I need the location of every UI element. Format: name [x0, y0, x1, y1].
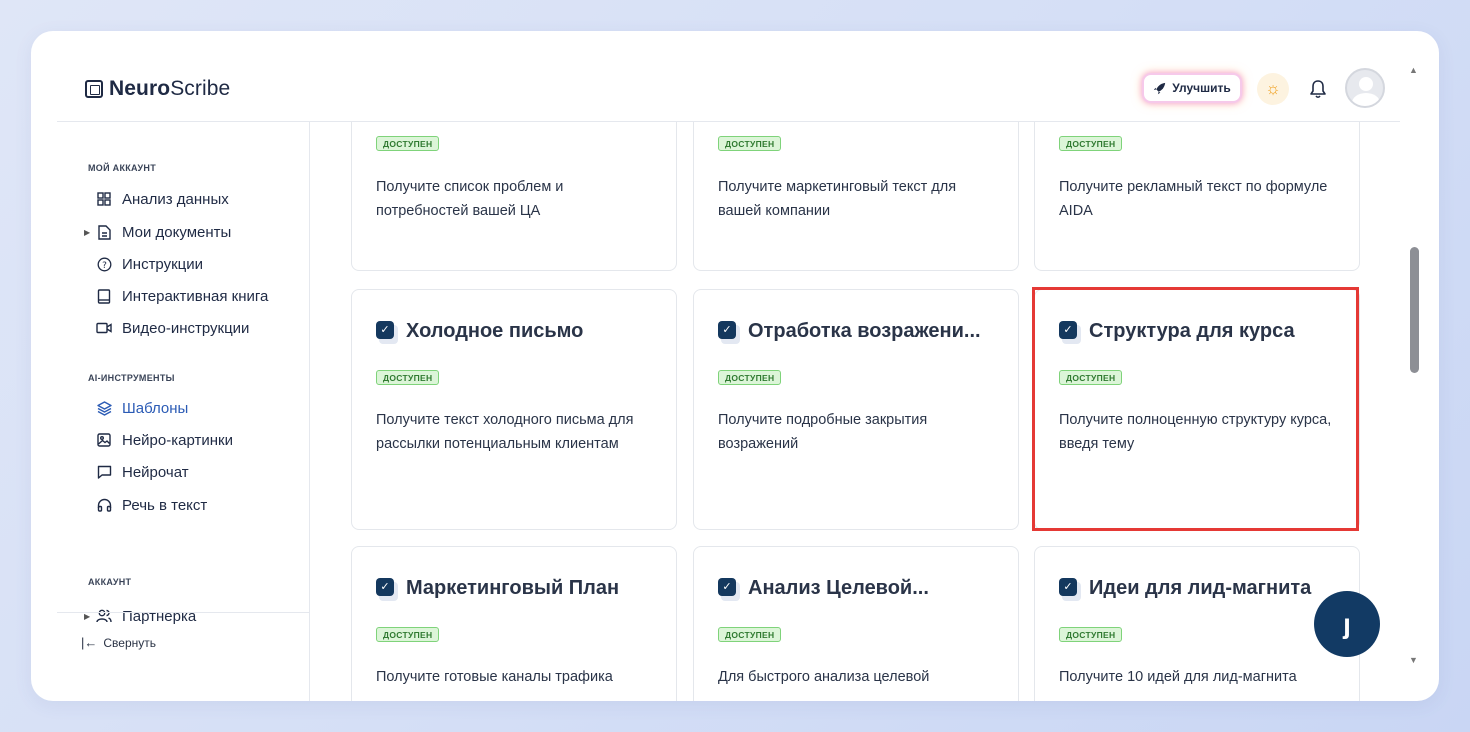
card-description: Получите текст холодного письма для расс…: [376, 412, 634, 452]
status-badge: ДОСТУПЕН: [376, 627, 440, 642]
status-badge: ДОСТУПЕН: [718, 370, 782, 385]
card-description: Для быстрого анализа целевой: [718, 669, 930, 685]
sidebar-item-neuro-images[interactable]: Нейро-картинки: [84, 429, 233, 451]
top-header: NeuroScribe Улучшить ☼: [57, 31, 1400, 122]
card-description: Получите подробные закрытия возражений: [718, 412, 928, 452]
card-title-row: ✓ Отработка возражени...: [718, 320, 981, 344]
upgrade-button[interactable]: Улучшить: [1142, 73, 1242, 103]
support-chat-button[interactable]: ȷ: [1314, 591, 1380, 657]
scroll-down-arrow-icon[interactable]: ▼: [1409, 655, 1418, 665]
status-badge: ДОСТУПЕН: [718, 627, 782, 642]
card-title: Маркетинговый План: [406, 577, 620, 599]
card-title: Анализ Целевой...: [748, 577, 929, 599]
sidebar-item-data-analysis[interactable]: Анализ данных: [84, 188, 229, 210]
checkbox-icon: ✓: [718, 320, 740, 344]
help-circle-icon: ?: [96, 256, 112, 272]
brand-logo[interactable]: NeuroScribe: [85, 77, 230, 101]
headphones-icon: [96, 497, 112, 513]
checkbox-icon: ✓: [376, 577, 398, 601]
template-card-objections[interactable]: ✓ Отработка возражени... ДОСТУПЕН Получи…: [693, 289, 1019, 530]
scrollbar[interactable]: ▲ ▼: [1401, 59, 1429, 675]
sidebar-item-interactive-book[interactable]: Интерактивная книга: [84, 285, 268, 307]
checkbox-icon: ✓: [1059, 577, 1081, 601]
theme-toggle-sun-icon[interactable]: ☼: [1257, 73, 1289, 105]
sidebar-item-video-instructions[interactable]: Видео-инструкции: [84, 317, 249, 339]
sidebar-item-neurochat[interactable]: Нейрочат: [84, 461, 189, 483]
template-card[interactable]: ДОСТУПЕН Получите список проблем и потре…: [351, 122, 677, 271]
template-card-cold-letter[interactable]: ✓ Холодное письмо ДОСТУПЕН Получите текс…: [351, 289, 677, 530]
card-title: Холодное письмо: [406, 320, 584, 342]
collapse-sidebar-button[interactable]: |← Свернуть: [81, 635, 156, 650]
template-card-target-analysis[interactable]: ✓ Анализ Целевой... ДОСТУПЕН Для быстрог…: [693, 546, 1019, 701]
sidebar-item-templates[interactable]: Шаблоны: [84, 397, 188, 419]
notifications-bell-icon[interactable]: [1305, 75, 1331, 103]
checkbox-icon: ✓: [376, 320, 398, 344]
video-icon: [96, 320, 112, 336]
status-badge: ДОСТУПЕН: [376, 370, 440, 385]
logo-icon: [85, 80, 103, 98]
card-title-row: ✓ Маркетинговый План: [376, 577, 620, 601]
status-badge: ДОСТУПЕН: [1059, 627, 1123, 642]
card-title: Отработка возражени...: [748, 320, 981, 342]
rocket-icon: [1154, 82, 1166, 94]
card-title-row: ✓ Холодное письмо: [376, 320, 584, 344]
status-badge: ДОСТУПЕН: [718, 136, 782, 151]
grid-icon: [96, 191, 112, 207]
sidebar-footer: |← Свернуть: [57, 612, 310, 701]
chat-icon: [96, 464, 112, 480]
checkbox-icon: ✓: [718, 577, 740, 601]
card-title-row: ✓ Анализ Целевой...: [718, 577, 929, 601]
user-avatar[interactable]: [1345, 68, 1385, 108]
section-title-account: АККАУНТ: [88, 577, 132, 587]
card-description: Получите маркетинговый текст для вашей к…: [718, 179, 957, 219]
svg-text:?: ?: [102, 261, 107, 271]
card-description: Получите 10 идей для лид-магнита: [1059, 669, 1297, 685]
book-icon: [96, 288, 112, 304]
card-title: Идеи для лид-магнита: [1089, 577, 1312, 599]
sidebar-item-speech-to-text[interactable]: Речь в текст: [84, 494, 207, 516]
brand-name: NeuroScribe: [109, 77, 231, 100]
sidebar: МОЙ АККАУНТ Анализ данных ▶ Мои документ…: [57, 122, 310, 701]
status-badge: ДОСТУПЕН: [1059, 136, 1123, 151]
section-title-ai-tools: AI-ИНСТРУМЕНТЫ: [88, 373, 175, 383]
caret-right-icon[interactable]: ▶: [84, 228, 96, 237]
layers-icon: [96, 400, 112, 416]
card-description: Получите список проблем и потребностей в…: [376, 179, 564, 219]
card-description: Получите рекламный текст по формуле AIDA: [1059, 179, 1328, 219]
sidebar-item-my-documents[interactable]: ▶ Мои документы: [84, 221, 231, 243]
status-badge: ДОСТУПЕН: [376, 136, 440, 151]
template-card-lead-magnet[interactable]: ✓ Идеи для лид-магнита ДОСТУПЕН Получите…: [1034, 546, 1360, 701]
app-window: NeuroScribe Улучшить ☼ МОЙ АККАУНТ Анали…: [31, 31, 1439, 701]
highlight-frame: [1032, 287, 1359, 531]
card-description: Получите готовые каналы трафика: [376, 669, 613, 685]
upgrade-label: Улучшить: [1172, 81, 1231, 95]
scroll-up-arrow-icon[interactable]: ▲: [1409, 65, 1418, 75]
card-title-row: ✓ Идеи для лид-магнита: [1059, 577, 1312, 601]
chat-logo-icon: ȷ: [1343, 608, 1351, 639]
collapse-arrow-icon: |←: [81, 635, 98, 650]
sidebar-item-instructions[interactable]: ? Инструкции: [84, 253, 203, 275]
image-icon: [96, 432, 112, 448]
template-card-marketing-plan[interactable]: ✓ Маркетинговый План ДОСТУПЕН Получите г…: [351, 546, 677, 701]
template-card[interactable]: ДОСТУПЕН Получите рекламный текст по фор…: [1034, 122, 1360, 271]
document-icon: [96, 224, 112, 240]
template-card[interactable]: ДОСТУПЕН Получите маркетинговый текст дл…: [693, 122, 1019, 271]
section-title-my-account: МОЙ АККАУНТ: [88, 163, 157, 173]
scrollbar-thumb[interactable]: [1410, 247, 1419, 373]
